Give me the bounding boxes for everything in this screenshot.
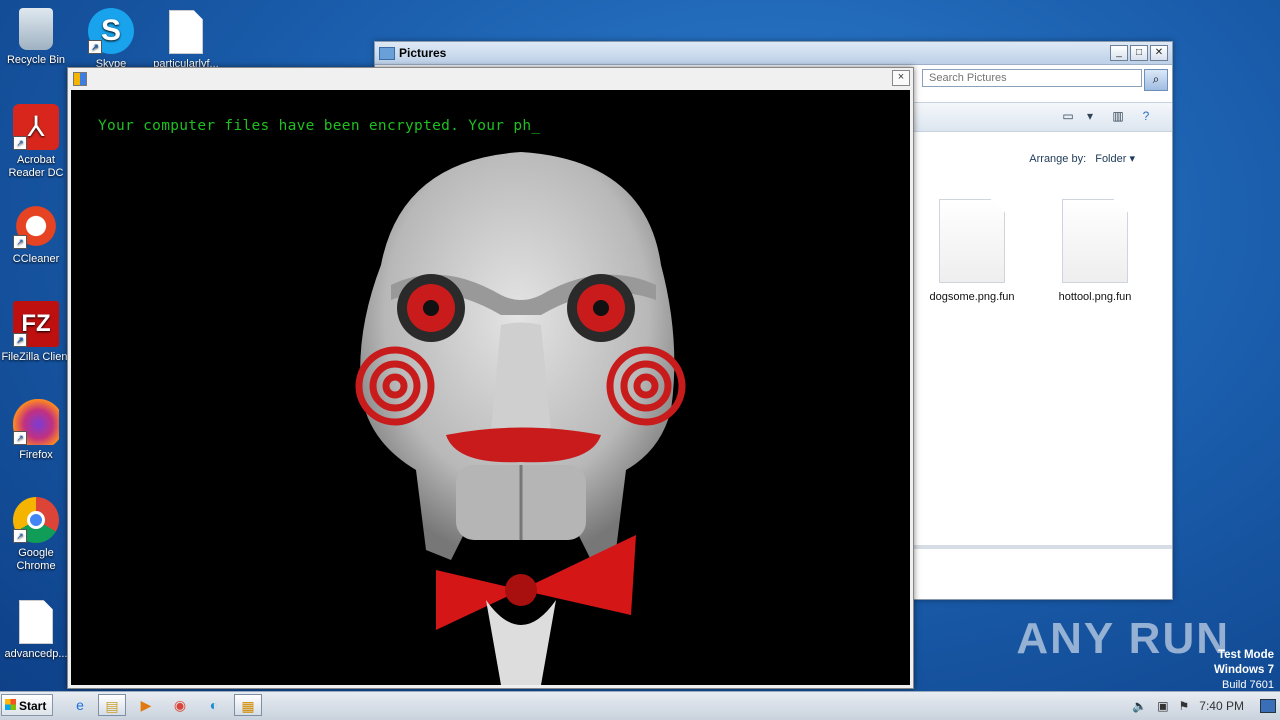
desktop-icon-label: Firefox [19,449,53,461]
test-mode-label: Test Mode [1217,649,1274,661]
ransom-message: Your computer files have been encrypted.… [98,118,541,134]
file-name: hottool.png.fun [1058,291,1132,303]
file-name: dogsome.png.fun [929,291,1015,303]
desktop-icon-label: Google Chrome [16,547,56,572]
desktop-icon-document[interactable]: particularlyf... [150,10,222,71]
maximize-button[interactable]: □ [1130,45,1148,61]
media-player-icon[interactable]: ▶ [132,694,160,716]
os-label: Windows 7 [1214,664,1274,676]
file-item[interactable]: dogsome.png.fun [922,199,1022,303]
firefox-icon: ↗ [13,399,59,445]
view-icon[interactable]: ▭ [1060,109,1076,123]
show-desktop-button[interactable] [1260,699,1276,713]
network-icon[interactable]: ▣ [1157,699,1168,713]
filezilla-icon: FZ ↗ [13,301,59,347]
shortcut-arrow-icon: ↗ [88,40,102,54]
flag-icon[interactable]: ⚑ [1179,699,1190,713]
desktop-icon-ccleaner[interactable]: ↗ CCleaner [0,203,72,266]
desktop-icon-acrobat[interactable]: ⅄ ↗ Acrobat Reader DC [0,104,72,180]
shortcut-arrow-icon: ↗ [13,136,27,150]
clock[interactable]: 7:40 PM [1199,699,1244,713]
desktop-icon-recycle-bin[interactable]: Recycle Bin [0,8,72,67]
shortcut-arrow-icon: ↗ [13,529,27,543]
file-icon [1062,199,1128,283]
explorer-taskbar-icon[interactable]: ▤ [98,694,126,716]
test-mode-notice: Test Mode Windows 7 Build 7601 [1214,648,1274,693]
ransomware-taskbar-icon[interactable]: ▦ [234,694,262,716]
window-title: Pictures [399,46,447,60]
ccleaner-icon: ↗ [13,203,59,249]
desktop-icon-skype[interactable]: S ↗ Skype [75,8,147,71]
desktop-icon-label: Acrobat Reader DC [8,154,64,179]
search-icon[interactable]: ⌕ [1144,69,1168,91]
desktop-icon-filezilla[interactable]: FZ ↗ FileZilla Client [0,301,72,364]
chrome-taskbar-icon[interactable]: ◉ [166,694,194,716]
file-icon [939,199,1005,283]
shortcut-arrow-icon: ↗ [13,431,27,445]
shortcut-arrow-icon: ↗ [13,235,27,249]
chrome-icon: ↗ [13,497,59,543]
acrobat-icon: ⅄ ↗ [13,104,59,150]
document-icon [169,10,203,54]
close-button[interactable]: ✕ [1150,45,1168,61]
desktop-icon-label: CCleaner [12,253,60,265]
preview-pane-icon[interactable]: ▥ [1110,109,1126,123]
explorer-titlebar[interactable]: Pictures _ □ ✕ [375,42,1172,65]
desktop-icon-firefox[interactable]: ↗ Firefox [0,399,72,462]
skype-icon: S ↗ [88,8,134,54]
arrange-by[interactable]: Arrange by: Folder ▾ [1029,152,1135,165]
arrange-label: Arrange by: [1029,153,1087,165]
ransomware-titlebar[interactable]: × [68,68,913,88]
taskbar: Start e ▤ ▶ ◉ ◐ ▦ 🔈 ▣ ⚑ 7:40 PM [0,691,1280,720]
file-item[interactable]: hottool.png.fun [1045,199,1145,303]
folder-icon [379,46,395,60]
document-icon [19,600,53,644]
desktop-icon-label: Recycle Bin [6,54,66,66]
app-icon [73,72,87,86]
help-icon[interactable]: ? [1138,109,1154,123]
anyrun-watermark: ANY RUN [1016,614,1230,663]
search-input[interactable] [922,69,1142,87]
shortcut-arrow-icon: ↗ [13,333,27,347]
system-tray: 🔈 ▣ ⚑ 7:40 PM [1132,692,1280,720]
desktop-icon-label: advancedp... [4,648,68,660]
start-button[interactable]: Start [1,694,53,716]
edge-icon[interactable]: ◐ [200,694,228,716]
ransomware-window[interactable]: × Your computer files have been encrypte… [67,67,914,689]
recycle-bin-icon [19,8,53,50]
jigsaw-mask-image [355,152,686,685]
close-button[interactable]: × [892,70,910,86]
desktop-icon-chrome[interactable]: ↗ Google Chrome [0,497,72,573]
chevron-down-icon[interactable]: ▾ [1082,109,1098,123]
desktop-icon-label: FileZilla Client [1,351,71,363]
ransom-display: Your computer files have been encrypted.… [71,90,910,685]
minimize-button[interactable]: _ [1110,45,1128,61]
internet-explorer-icon[interactable]: e [66,694,94,716]
desktop-icon-document-2[interactable]: advancedp... [0,600,72,661]
chevron-down-icon[interactable]: ▾ [1129,153,1135,165]
speaker-icon[interactable]: 🔈 [1132,699,1147,713]
arrange-value[interactable]: Folder [1095,153,1126,165]
